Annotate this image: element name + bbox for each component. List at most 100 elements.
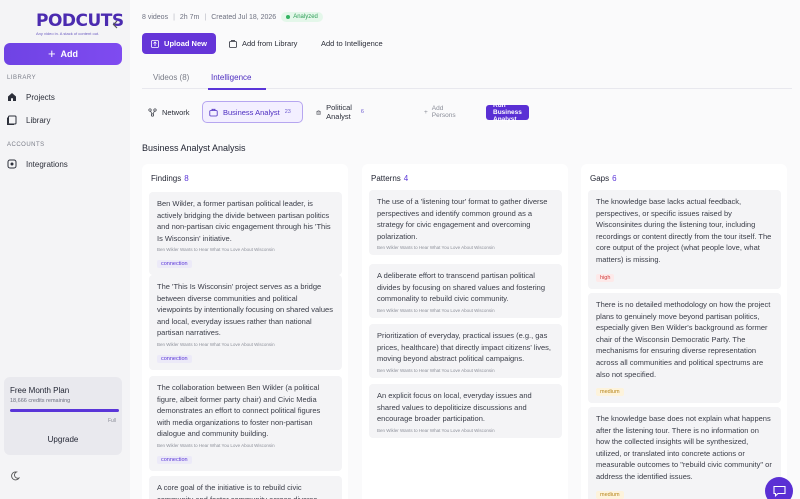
persona-label: Business Analyst bbox=[223, 107, 280, 117]
pattern-card[interactable]: An explicit focus on local, everyday iss… bbox=[369, 384, 562, 438]
total-duration: 2h 7m bbox=[179, 13, 200, 21]
pattern-card[interactable]: The use of a 'listening tour' format to … bbox=[369, 190, 562, 256]
sidebar-item-label: Integrations bbox=[26, 159, 68, 169]
column-count: 4 bbox=[403, 174, 409, 183]
video-count: 8 videos bbox=[142, 13, 169, 21]
card-source[interactable]: Ben Wikler Wants to Hear What You Love A… bbox=[377, 245, 554, 250]
card-text: Ben Wikler, a former partisan political … bbox=[157, 199, 331, 243]
gap-card[interactable]: There is no detailed methodology on how … bbox=[588, 293, 781, 404]
status-badge: Analyzed bbox=[281, 12, 323, 22]
integrations-icon bbox=[7, 159, 17, 169]
sidebar-item-label: Projects bbox=[26, 92, 55, 102]
add-to-intelligence-button[interactable]: Add to Intelligence bbox=[321, 33, 383, 54]
card-text: The collaboration between Ben Wikler (a … bbox=[157, 383, 321, 439]
separator: | bbox=[173, 13, 175, 21]
run-business-analyst-button[interactable]: Run Business Analyst bbox=[486, 102, 529, 123]
credits-progress-bar bbox=[10, 409, 119, 412]
card-source[interactable]: Ben Wikler Wants to Hear What You Love A… bbox=[157, 443, 334, 448]
plus-icon: + bbox=[424, 108, 428, 116]
moon-icon[interactable] bbox=[10, 471, 20, 481]
upload-label: Upload New bbox=[164, 39, 207, 48]
card-source[interactable]: Ben Wikler Wants to Hear What You Love A… bbox=[377, 368, 554, 373]
collapse-sidebar-button[interactable] bbox=[110, 18, 120, 30]
priority-tag: high bbox=[596, 273, 615, 282]
card-text: Prioritization of everyday, practical is… bbox=[377, 331, 551, 364]
tab-intelligence[interactable]: Intelligence bbox=[211, 73, 251, 82]
add-from-library-button[interactable]: Add from Library bbox=[229, 33, 297, 54]
column-count: 8 bbox=[184, 174, 189, 183]
patterns-column: Patterns 4 The use of a 'listening tour' … bbox=[362, 164, 568, 499]
sidebar: PODCUTS Any video in. A stack of content… bbox=[0, 0, 130, 499]
sidebar-item-integrations[interactable]: Integrations bbox=[7, 157, 68, 171]
persona-count: 23 bbox=[284, 109, 291, 115]
persona-label: Political Analyst bbox=[326, 103, 352, 121]
column-title-text: Findings bbox=[151, 174, 182, 183]
card-text: There is no detailed methodology on how … bbox=[596, 300, 771, 379]
upgrade-button[interactable]: Upgrade bbox=[4, 435, 122, 444]
add-to-intelligence-label: Add to Intelligence bbox=[321, 39, 383, 48]
findings-column: Findings 8 Ben Wikler, a former partisan … bbox=[142, 164, 348, 499]
pattern-card[interactable]: A deliberate effort to transcend partisa… bbox=[369, 264, 562, 318]
sidebar-item-label: Library bbox=[26, 115, 51, 125]
card-tag: connection bbox=[157, 455, 192, 464]
card-text: The knowledge base does not explain what… bbox=[596, 414, 772, 481]
column-title-text: Gaps bbox=[590, 174, 610, 183]
card-tag: connection bbox=[157, 260, 192, 269]
credits-progress-fill bbox=[10, 409, 119, 412]
add-from-library-label: Add from Library bbox=[242, 39, 298, 48]
plan-card: Free Month Plan 18,666 credits remaining… bbox=[4, 377, 122, 455]
network-icon bbox=[148, 107, 157, 117]
home-icon bbox=[8, 93, 16, 101]
created-date: Created Jul 18, 2026 bbox=[211, 13, 277, 21]
sidebar-item-projects[interactable]: Projects bbox=[7, 90, 55, 104]
card-tag: connection bbox=[157, 354, 192, 363]
finding-card[interactable]: A core goal of the initiative is to rebu… bbox=[149, 476, 342, 499]
priority-tag: medium bbox=[596, 388, 624, 397]
pattern-card[interactable]: Prioritization of everyday, practical is… bbox=[369, 324, 562, 378]
gap-card[interactable]: The knowledge base lacks actual feedback… bbox=[588, 190, 781, 289]
upload-new-button[interactable]: Upload New bbox=[142, 33, 216, 54]
persona-political-analyst[interactable]: Political Analyst 6 bbox=[310, 101, 370, 123]
card-text: A core goal of the initiative is to rebu… bbox=[157, 483, 317, 499]
finding-card[interactable]: Ben Wikler, a former partisan political … bbox=[149, 192, 342, 276]
card-text: The 'This Is Wisconsin' project serves a… bbox=[157, 282, 333, 338]
analysis-title: Business Analyst Analysis bbox=[142, 143, 246, 153]
main-content: 8 videos | 2h 7m | Created Jul 18, 2026 … bbox=[130, 0, 800, 499]
plan-title: Free Month Plan bbox=[10, 386, 70, 395]
add-button-label: Add bbox=[60, 49, 79, 59]
status-text: Analyzed bbox=[293, 14, 318, 20]
card-source[interactable]: Ben Wikler Wants to Hear What You Love A… bbox=[377, 308, 554, 313]
plus-icon: + bbox=[47, 46, 56, 61]
finding-card[interactable]: The 'This Is Wisconsin' project serves a… bbox=[149, 275, 342, 370]
plan-status: Full bbox=[107, 418, 116, 424]
column-title: Findings 8 bbox=[151, 174, 189, 183]
chat-icon bbox=[772, 485, 786, 497]
add-persons-label: Add Persons bbox=[431, 105, 456, 119]
card-source[interactable]: Ben Wikler Wants to Hear What You Love A… bbox=[377, 428, 554, 433]
add-button[interactable]: + Add bbox=[4, 43, 122, 65]
active-tab-indicator bbox=[208, 88, 266, 90]
persona-network[interactable]: Network bbox=[142, 101, 196, 123]
library-icon bbox=[7, 115, 17, 125]
upload-icon bbox=[151, 39, 159, 48]
status-dot-icon bbox=[286, 15, 291, 19]
persona-label: Network bbox=[162, 107, 190, 117]
card-source[interactable]: Ben Wikler Wants to Hear What You Love A… bbox=[157, 342, 334, 347]
finding-card[interactable]: The collaboration between Ben Wikler (a … bbox=[149, 376, 342, 471]
chevron-left-icon bbox=[112, 20, 118, 28]
chat-button[interactable] bbox=[765, 477, 793, 499]
card-text: An explicit focus on local, everyday iss… bbox=[377, 391, 532, 424]
persona-count: 6 bbox=[360, 109, 364, 115]
building-icon bbox=[316, 109, 322, 115]
gaps-column: Gaps 6 The knowledge base lacks actual fe… bbox=[581, 164, 787, 499]
card-source[interactable]: Ben Wikler Wants to Hear What You Love A… bbox=[157, 247, 334, 252]
add-persons-button[interactable]: + Add Persons bbox=[424, 101, 456, 123]
tab-videos[interactable]: Videos (8) bbox=[153, 73, 189, 82]
sidebar-item-library[interactable]: Library bbox=[7, 113, 50, 127]
plan-credits: 18,666 credits remaining bbox=[10, 398, 71, 404]
separator: | bbox=[204, 13, 207, 21]
gap-card[interactable]: The knowledge base does not explain what… bbox=[588, 407, 781, 499]
card-text: A deliberate effort to transcend partisa… bbox=[377, 271, 546, 304]
column-title: Gaps 6 bbox=[590, 174, 617, 183]
persona-business-analyst[interactable]: Business Analyst 23 bbox=[202, 101, 303, 123]
